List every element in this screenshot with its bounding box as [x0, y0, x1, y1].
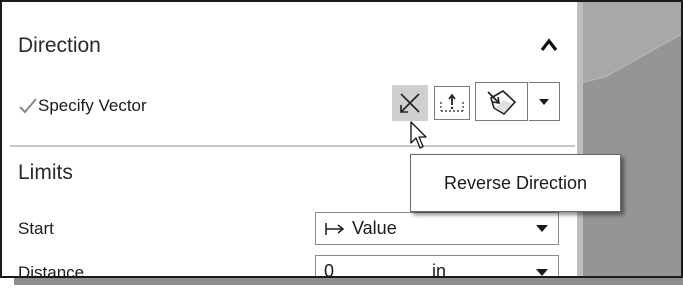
window-shadow: [14, 278, 683, 285]
specify-vector-label[interactable]: Specify Vector: [38, 96, 147, 116]
reverse-direction-tooltip: Reverse Direction: [410, 154, 621, 212]
vector-options-dropdown[interactable]: [529, 82, 560, 121]
vector-dialog-icon: [440, 93, 464, 112]
limits-section-title[interactable]: Limits: [18, 161, 73, 185]
inferred-vector-icon: [486, 89, 516, 115]
reverse-direction-icon: [400, 93, 420, 113]
start-limit-select[interactable]: Value: [315, 212, 559, 245]
model-view: [582, 2, 681, 276]
start-dropdown-caret: [536, 225, 548, 232]
distance-input[interactable]: 0 in: [315, 255, 559, 278]
chevron-up-icon: [540, 38, 558, 51]
inferred-vector-button[interactable]: [475, 82, 528, 121]
collapse-direction-button[interactable]: [535, 32, 563, 58]
start-limit-value: Value: [352, 218, 397, 238]
distance-unit-caret[interactable]: [536, 269, 548, 276]
distance-label: Distance: [18, 263, 85, 278]
direction-section-title[interactable]: Direction: [18, 34, 101, 58]
vector-dialog-button[interactable]: [434, 86, 470, 120]
graphics-viewport[interactable]: [577, 2, 681, 276]
distance-unit: in: [432, 261, 447, 278]
dropdown-arrow-icon: [539, 98, 549, 105]
extrude-dialog-panel: Direction Specify Vector Limits Start Va…: [2, 2, 577, 278]
arrow-from-bar-icon: [325, 222, 345, 235]
distance-value: 0: [324, 261, 335, 278]
dialog-frame: Direction Specify Vector Limits Start Va…: [0, 0, 683, 278]
start-label: Start: [18, 219, 54, 238]
check-icon: [19, 98, 37, 114]
reverse-direction-button[interactable]: [392, 85, 428, 121]
section-divider: [10, 145, 575, 147]
